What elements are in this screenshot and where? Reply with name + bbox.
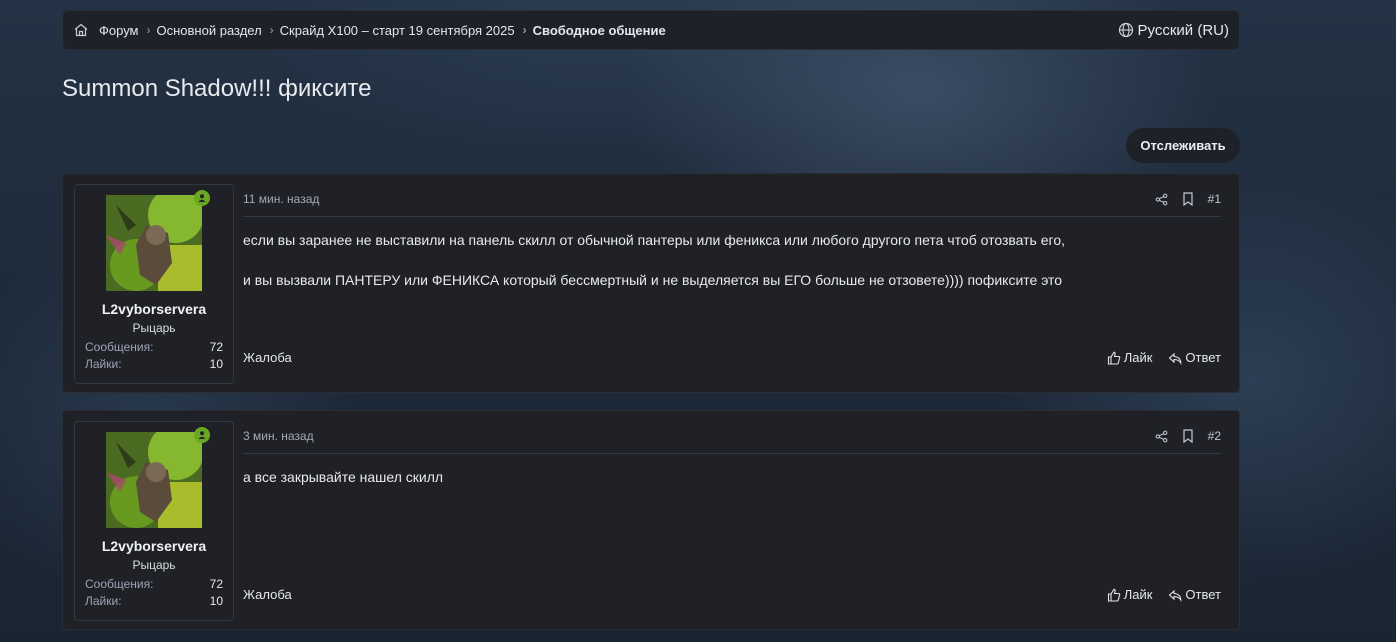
- stat-messages: Сообщения: 72: [85, 340, 223, 354]
- report-link[interactable]: Жалоба: [243, 350, 292, 365]
- chevron-right-icon: ›: [522, 23, 527, 37]
- reply-icon: [1168, 588, 1182, 602]
- stat-likes: Лайки: 10: [85, 594, 223, 608]
- post-footer: Жалоба Лайк Ответ: [243, 350, 1221, 365]
- stat-value: 10: [209, 594, 223, 608]
- post-number[interactable]: #1: [1208, 192, 1221, 206]
- breadcrumb-label[interactable]: Форум: [99, 23, 139, 38]
- stat-likes: Лайки: 10: [85, 357, 223, 371]
- share-icon[interactable]: [1155, 193, 1168, 206]
- page-title: Summon Shadow!!! фиксите: [62, 75, 372, 102]
- bookmark-icon[interactable]: [1182, 429, 1194, 443]
- watch-thread-button[interactable]: Отслеживать: [1126, 128, 1240, 163]
- post-content: а все закрывайте нашел скилл: [243, 467, 1221, 507]
- avatar[interactable]: [106, 195, 202, 291]
- like-button[interactable]: Лайк: [1107, 350, 1153, 365]
- chevron-right-icon: ›: [269, 23, 274, 37]
- user-title: Рыцарь: [132, 321, 176, 335]
- stat-value: 10: [209, 357, 223, 371]
- breadcrumb-item-free-talk[interactable]: › Свободное общение: [515, 23, 666, 38]
- breadcrumb-item-server[interactable]: › Скрайд X100 – старт 19 сентября 2025: [262, 23, 515, 38]
- post-meta: 3 мин. назад #2: [243, 429, 1221, 454]
- report-link[interactable]: Жалоба: [243, 587, 292, 602]
- reply-button[interactable]: Ответ: [1168, 587, 1221, 602]
- stat-label: Сообщения:: [85, 577, 154, 591]
- username[interactable]: L2vyborservera: [75, 538, 233, 554]
- post-paragraph: и вы вызвали ПАНТЕРУ или ФЕНИКСА который…: [243, 272, 1063, 288]
- post-2: L2vyborservera Рыцарь Сообщения: 72 Лайк…: [62, 410, 1240, 630]
- post-footer: Жалоба Лайк Ответ: [243, 587, 1221, 602]
- like-label: Лайк: [1123, 350, 1153, 365]
- language-label[interactable]: Русский (RU): [1138, 22, 1229, 39]
- stat-messages: Сообщения: 72: [85, 577, 223, 591]
- post-time[interactable]: 3 мин. назад: [243, 429, 314, 443]
- home-icon[interactable]: [73, 22, 89, 38]
- stat-label: Лайки:: [85, 594, 122, 608]
- stat-label: Лайки:: [85, 357, 122, 371]
- post-1: L2vyborservera Рыцарь Сообщения: 72 Лайк…: [62, 173, 1240, 393]
- breadcrumb-item-forum[interactable]: Форум: [99, 23, 139, 38]
- reply-label: Ответ: [1185, 587, 1221, 602]
- username[interactable]: L2vyborservera: [75, 301, 233, 317]
- like-label: Лайк: [1123, 587, 1153, 602]
- reply-icon: [1168, 351, 1182, 365]
- post-paragraph: если вы заранее не выставили на панель с…: [243, 232, 1066, 248]
- stat-value: 72: [209, 577, 223, 591]
- language-selector[interactable]: Русский (RU): [1118, 22, 1229, 39]
- post-meta: 11 мин. назад #1: [243, 192, 1221, 217]
- breadcrumb-label[interactable]: Основной раздел: [157, 23, 262, 38]
- reply-label: Ответ: [1185, 350, 1221, 365]
- online-status-icon: [194, 427, 210, 443]
- bookmark-icon[interactable]: [1182, 192, 1194, 206]
- stat-label: Сообщения:: [85, 340, 154, 354]
- user-card: L2vyborservera Рыцарь Сообщения: 72 Лайк…: [74, 184, 234, 384]
- share-icon[interactable]: [1155, 430, 1168, 443]
- online-status-icon: [194, 190, 210, 206]
- post-number[interactable]: #2: [1208, 429, 1221, 443]
- post-content: если вы заранее не выставили на панель с…: [243, 230, 1221, 310]
- post-paragraph: а все закрывайте нашел скилл: [243, 469, 444, 485]
- stat-value: 72: [209, 340, 223, 354]
- post-time[interactable]: 11 мин. назад: [243, 192, 319, 206]
- globe-icon: [1118, 22, 1138, 38]
- user-card: L2vyborservera Рыцарь Сообщения: 72 Лайк…: [74, 421, 234, 621]
- chevron-right-icon: ›: [146, 23, 151, 37]
- breadcrumb-bar: Форум › Основной раздел › Скрайд X100 – …: [62, 10, 1240, 50]
- reply-button[interactable]: Ответ: [1168, 350, 1221, 365]
- breadcrumb-label[interactable]: Скрайд X100 – старт 19 сентября 2025: [280, 23, 515, 38]
- thumbs-up-icon: [1107, 351, 1121, 365]
- like-button[interactable]: Лайк: [1107, 587, 1153, 602]
- user-title: Рыцарь: [132, 558, 176, 572]
- breadcrumb-label[interactable]: Свободное общение: [533, 23, 666, 38]
- thumbs-up-icon: [1107, 588, 1121, 602]
- avatar[interactable]: [106, 432, 202, 528]
- breadcrumb-item-main-section[interactable]: › Основной раздел: [139, 23, 262, 38]
